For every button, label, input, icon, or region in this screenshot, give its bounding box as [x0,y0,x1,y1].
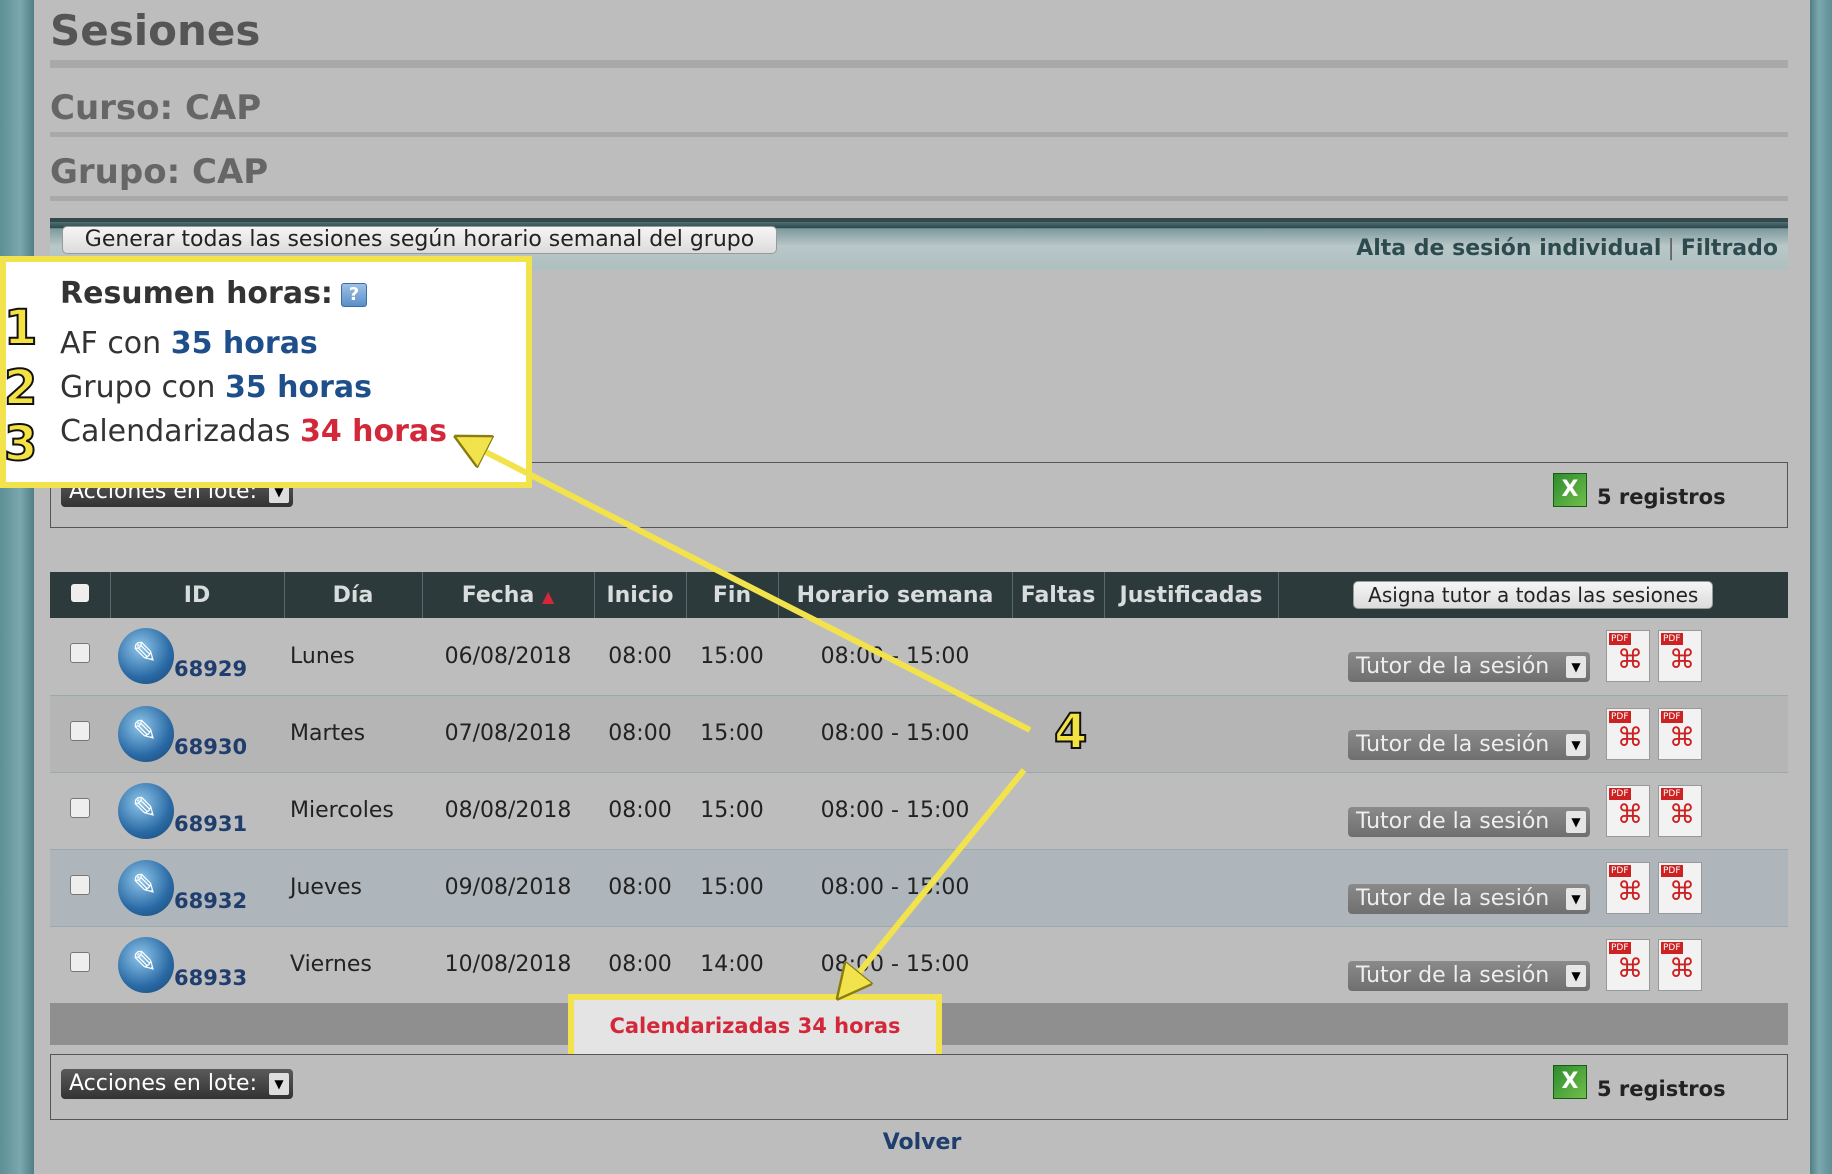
arrow-to-footer-total [848,768,1027,986]
annotation-arrows [0,0,1032,1174]
page-frame: Sesiones Curso: CAP Grupo: CAP Generar t… [0,0,1832,1174]
arrow-to-summary [470,444,1032,733]
